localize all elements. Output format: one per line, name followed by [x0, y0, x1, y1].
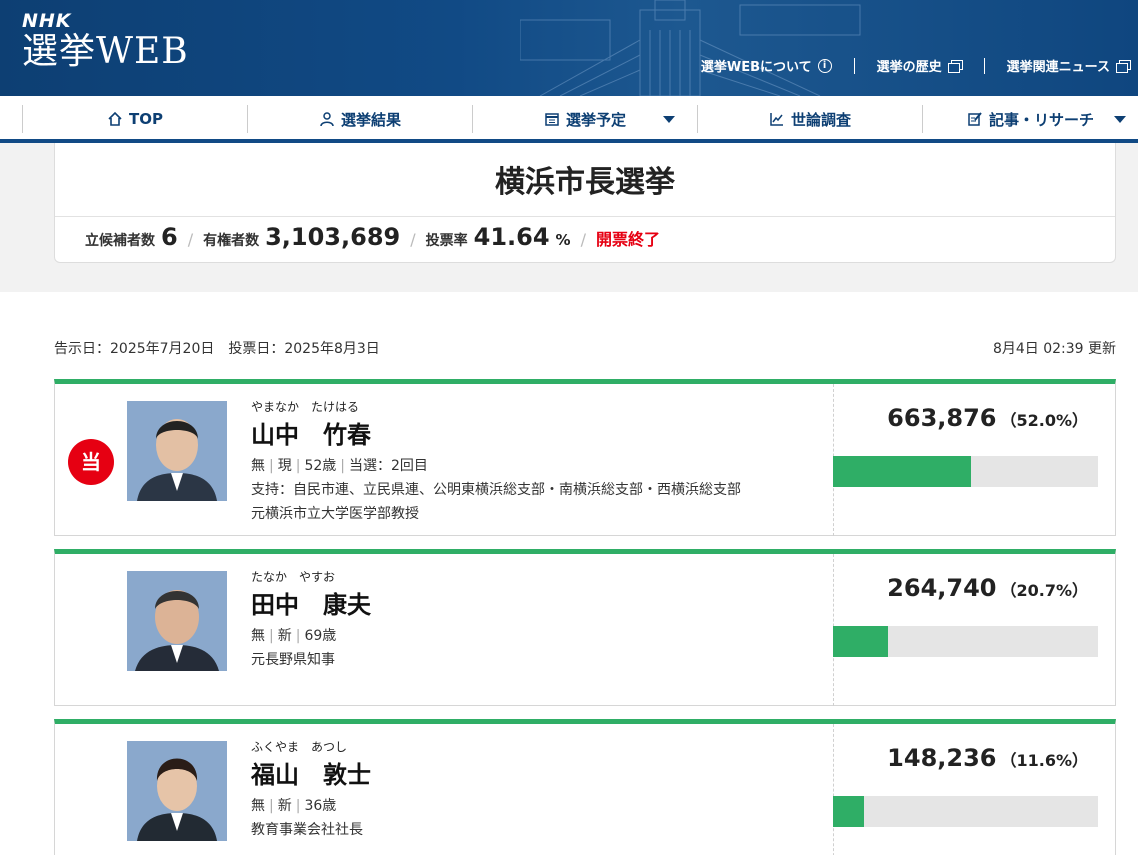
candidate-kana: ふくやま あつし [251, 740, 348, 754]
vote-share-fill [833, 456, 971, 487]
election-dates: 告示日：2025年7月20日 投票日：2025年8月3日 [54, 341, 380, 357]
candidate-title: 元長野県知事 [251, 652, 335, 668]
vote-count: 264,740 （20.7%） [887, 574, 1088, 602]
diet-building-illustration [520, 0, 861, 96]
candidate-photo [127, 401, 227, 501]
nhk-brand: NHK [22, 10, 72, 32]
vote-count: 663,876 （52.0%） [887, 404, 1088, 432]
winner-badge: 当 [68, 439, 114, 485]
site-header: NHK 選挙WEB 選挙WEBについて i 選挙の歴史 選挙関連ニュース [0, 0, 1138, 96]
candidate-name: 山中 竹春 [251, 421, 371, 449]
candidate-support: 支持：自民市連、立民県連、公明東横浜総支部・南横浜総支部・西横浜総支部 [251, 482, 741, 498]
chevron-down-icon [663, 116, 675, 123]
candidate-kana: やまなか たけはる [251, 400, 360, 414]
count-status-badge: 開票終了 [595, 230, 660, 249]
election-summary: 横浜市長選挙 立候補者数 6 / 有権者数 3,103,689 / 投票率 41… [54, 143, 1116, 263]
candidate-name: 田中 康夫 [251, 591, 371, 619]
link-about-election-web[interactable]: 選挙WEBについて i [693, 56, 840, 75]
link-election-news[interactable]: 選挙関連ニュース [999, 56, 1138, 75]
nav-election-schedule[interactable]: 選挙予定 [472, 105, 697, 133]
home-icon [108, 111, 122, 126]
nav-opinion-polls[interactable]: 世論調査 [697, 105, 922, 133]
header-links: 選挙WEBについて i 選挙の歴史 選挙関連ニュース [693, 56, 1138, 75]
external-window-icon [1116, 60, 1131, 73]
candidate-title: 教育事業会社社長 [251, 822, 363, 838]
candidate-name: 福山 敦士 [251, 761, 371, 789]
chart-line-icon [770, 113, 783, 126]
summary-stats: 立候補者数 6 / 有権者数 3,103,689 / 投票率 41.64% / … [85, 223, 660, 251]
vote-share-bar [833, 626, 1098, 657]
vote-share-bar [833, 796, 1098, 827]
candidate-card[interactable]: 当 やまなか たけはる 山中 竹春 無 | 現 | 52歳 | 当選：2回目 支持：自民市連… [54, 379, 1116, 536]
article-edit-icon [968, 112, 982, 126]
vote-share-bar [833, 456, 1098, 487]
turnout-rate: 41.64 [473, 223, 550, 251]
vote-share-fill [833, 796, 864, 827]
candidate-profile: 無 | 新 | 69歳 [251, 628, 337, 644]
main-nav: TOP 選挙結果 選挙予定 世論調査 記事・リサーチ [0, 96, 1138, 143]
link-election-history[interactable]: 選挙の歴史 [869, 56, 970, 75]
candidate-kana: たなか やすお [251, 570, 336, 584]
candidate-title: 元横浜市立大学医学部教授 [251, 506, 419, 522]
candidate-photo [127, 571, 227, 671]
page-title: 横浜市長選挙 [495, 165, 675, 200]
nav-articles-research[interactable]: 記事・リサーチ [922, 105, 1138, 133]
external-window-icon [947, 60, 963, 73]
vote-share-fill [833, 626, 888, 657]
info-icon: i [817, 58, 832, 73]
calendar-icon [545, 113, 559, 126]
candidate-count: 6 [161, 223, 178, 251]
candidate-profile: 無 | 現 | 52歳 | 当選：2回目 [251, 458, 428, 474]
candidate-photo [127, 741, 227, 841]
person-icon [320, 112, 334, 127]
nav-election-results[interactable]: 選挙結果 [247, 105, 472, 133]
candidate-card[interactable]: たなか やすお 田中 康夫 無 | 新 | 69歳 元長野県知事 264,740 （20.… [54, 549, 1116, 706]
nhk-election-web-logo[interactable]: NHK 選挙WEB [22, 10, 189, 74]
chevron-down-icon [1114, 116, 1126, 123]
site-title: 選挙WEB [22, 31, 189, 72]
vote-count: 148,236 （11.6%） [887, 744, 1088, 772]
registered-voters: 3,103,689 [265, 223, 401, 251]
updated-time: 8月4日 02:39 更新 [992, 341, 1116, 357]
candidate-profile: 無 | 新 | 36歳 [251, 798, 337, 814]
candidate-card[interactable]: ふくやま あつし 福山 敦士 無 | 新 | 36歳 教育事業会社社長 148,236 （… [54, 719, 1116, 855]
nav-top[interactable]: TOP [22, 105, 247, 133]
